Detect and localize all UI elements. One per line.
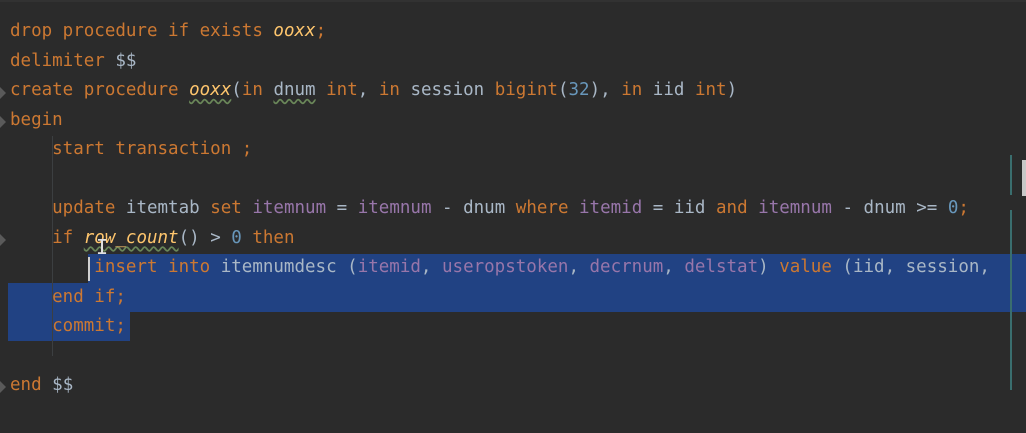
- code-token: in: [621, 80, 653, 100]
- vertical-scrollbar-thumb[interactable]: [1022, 160, 1026, 196]
- code-token: -: [431, 198, 464, 218]
- code-token: then: [252, 227, 295, 248]
- code-token: itemnum: [357, 198, 432, 218]
- code-line[interactable]: end $$: [10, 371, 1026, 400]
- code-token: end: [10, 375, 53, 395]
- code-token: ooxx: [273, 21, 316, 41]
- mouse-ibeam-icon: I: [96, 235, 109, 259]
- code-token: commit;: [10, 316, 126, 336]
- code-token: itemid: [579, 198, 643, 218]
- code-line[interactable]: [10, 165, 1026, 194]
- code-token: itemtab: [125, 198, 211, 218]
- code-token: ;: [315, 21, 327, 41]
- code-line[interactable]: start transaction ;: [10, 135, 1026, 164]
- code-line[interactable]: begin: [10, 106, 1026, 135]
- code-token: session: [410, 80, 495, 100]
- code-token: set: [210, 198, 253, 218]
- code-token: =: [326, 198, 358, 218]
- code-line[interactable]: end if;: [10, 283, 1026, 312]
- code-token: create procedure: [10, 80, 190, 100]
- code-token: ,: [663, 257, 685, 277]
- code-token: 0: [947, 198, 959, 218]
- code-line[interactable]: if row_count() > 0 then: [10, 224, 1026, 253]
- code-token: itemnumdesc: [220, 257, 348, 277]
- code-token: int: [694, 80, 727, 100]
- code-token: dnum: [273, 80, 316, 100]
- code-line[interactable]: [10, 342, 1026, 371]
- code-token: drop procedure if exists: [10, 21, 274, 41]
- code-token: =: [642, 198, 674, 218]
- code-token: ,: [420, 257, 442, 277]
- code-token: ),: [589, 80, 622, 100]
- code-line[interactable]: delimiter $$: [10, 47, 1026, 76]
- code-token: begin: [10, 109, 63, 130]
- code-token: iid: [652, 80, 695, 100]
- code-token: 0: [231, 227, 253, 248]
- code-token: iid: [673, 198, 716, 218]
- code-token: itemnum: [252, 198, 327, 218]
- code-token: ): [758, 257, 780, 277]
- code-line[interactable]: create procedure ooxx(in dnum int, in se…: [10, 76, 1026, 105]
- code-token: insert into: [10, 257, 221, 277]
- scroll-marker: [1010, 155, 1012, 195]
- code-token: dnum: [863, 198, 906, 218]
- code-token: $$: [115, 50, 137, 71]
- code-line[interactable]: drop procedure if exists ooxx;: [10, 17, 1026, 46]
- code-token: start transaction ;: [10, 139, 253, 159]
- code-token: ,: [568, 257, 590, 277]
- code-token: value: [779, 257, 843, 277]
- code-token: delstat: [684, 257, 759, 277]
- code-token: (: [231, 80, 242, 100]
- code-token: (: [347, 257, 358, 277]
- code-token: -: [831, 198, 864, 218]
- code-token: ;: [958, 198, 969, 218]
- code-token: where: [515, 198, 580, 218]
- code-token: update: [10, 198, 126, 218]
- scroll-marker: [1010, 210, 1012, 390]
- code-token: ooxx: [189, 80, 232, 100]
- code-token: itemid: [357, 257, 421, 277]
- code-editor[interactable]: drop procedure if exists ooxx; delimiter …: [0, 0, 1026, 433]
- code-token: ,: [357, 80, 379, 100]
- editor-top-border: [0, 0, 1026, 2]
- code-token: >=: [905, 198, 948, 218]
- code-token: and: [716, 198, 759, 218]
- code-token: end if;: [10, 286, 126, 307]
- code-token: () >: [178, 227, 232, 248]
- code-token: $$: [52, 375, 74, 395]
- code-token: ): [726, 80, 738, 100]
- code-token: dnum: [463, 198, 516, 218]
- text-cursor: [88, 257, 90, 281]
- code-line[interactable]: update itemtab set itemnum = itemnum - d…: [10, 194, 1026, 223]
- code-line[interactable]: insert into itemnumdesc (itemid, userops…: [10, 253, 1026, 282]
- code-token: decrnum: [589, 257, 664, 277]
- code-token: itemnum: [758, 198, 832, 218]
- fold-icon[interactable]: [0, 225, 8, 254]
- code-token: in: [378, 80, 411, 100]
- code-token: (: [557, 80, 569, 100]
- fold-icon[interactable]: [0, 78, 8, 107]
- fold-icon[interactable]: [0, 372, 8, 401]
- code-token: delimiter: [10, 50, 116, 71]
- code-token: int: [315, 80, 358, 100]
- code-token: bigint: [494, 80, 558, 100]
- code-token: if: [10, 227, 84, 248]
- fold-icon[interactable]: [0, 107, 8, 136]
- code-token: in: [241, 80, 274, 100]
- code-token: useropstoken: [442, 257, 569, 277]
- code-token: (iid, session,: [842, 257, 990, 277]
- code-line[interactable]: commit;: [10, 312, 1026, 341]
- code-token: 32: [568, 80, 590, 100]
